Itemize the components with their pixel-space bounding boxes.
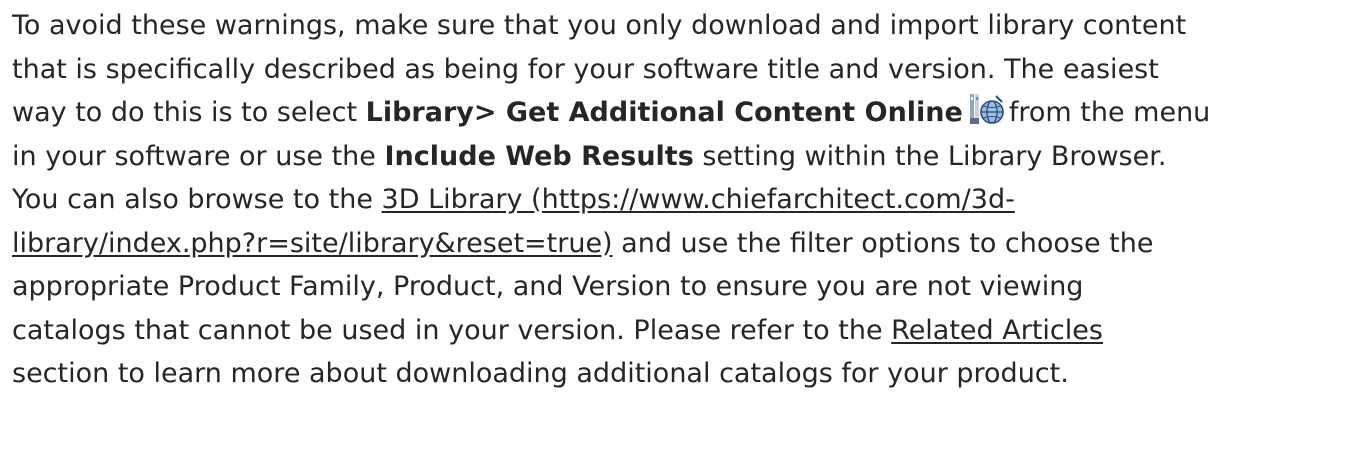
paragraph-line-1: To avoid these warnings, make sure that … [12,10,1187,41]
setting-include-web-results: Include Web Results [384,140,694,172]
text-from-the-menu: from the menu [1008,97,1211,128]
paragraph-line-7: appropriate Product Family, Product, and… [12,271,1084,302]
paragraph-line-2: that is specifically described as being … [12,53,1159,85]
article-paragraph: To avoid these warnings, make sure that … [0,0,1351,459]
paragraph-line-9: section to learn more about downloading … [12,358,1069,389]
library-globe-icon [969,92,1005,128]
paragraph-line-8: catalogs that cannot be used in your ver… [12,314,1103,346]
link-related-articles[interactable]: Related Articles [891,315,1103,346]
paragraph-line-6: library/index.php?r=site/library&reset=t… [12,227,1154,259]
link-3d-library[interactable]: 3D Library (https://www.chiefarchitect.c… [382,184,1015,215]
menu-path-get-additional-content: Library> Get Additional Content Online [365,97,963,128]
paragraph-line-4: in your software or use the Include Web … [12,140,1167,172]
text-select: way to do this is to select [12,97,366,128]
paragraph-line-5: You can also browse to the 3D Library (h… [12,184,1015,215]
paragraph-line-3: way to do this is to select Library> Get… [12,91,1339,135]
link-3d-library-continued[interactable]: library/index.php?r=site/library&reset=t… [12,228,613,259]
